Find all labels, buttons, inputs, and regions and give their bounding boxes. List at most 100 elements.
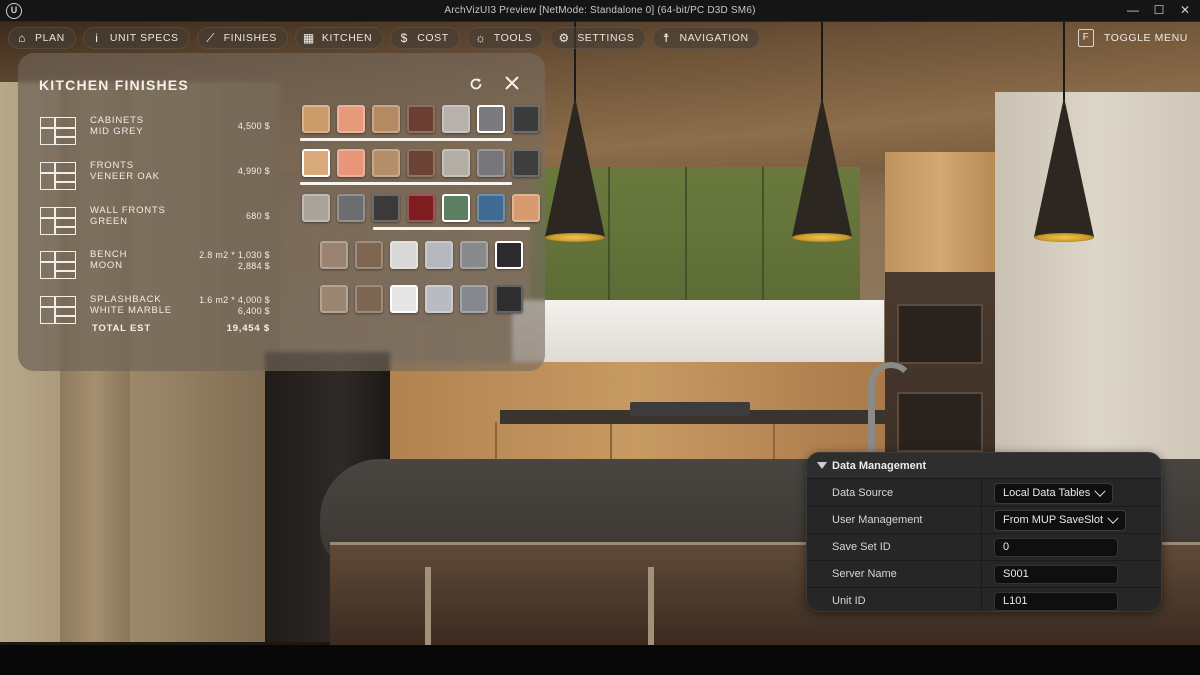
- cabinet-plan-icon: [40, 296, 76, 324]
- unit-id-input[interactable]: L101: [994, 592, 1118, 611]
- finish-material: MOON: [90, 260, 123, 271]
- dm-row-unit-id: Unit ID L101: [807, 588, 1161, 611]
- material-swatch[interactable]: [442, 194, 470, 222]
- finish-category: FRONTS: [90, 160, 134, 171]
- oak-tall-cabinet: [885, 152, 995, 272]
- material-swatch[interactable]: [477, 149, 505, 177]
- finish-row-bench[interactable]: BENCH MOON 2.8 m2 * 1,030 $2,884 $: [40, 247, 270, 285]
- data-management-panel: Data Management Data Source Local Data Ta…: [806, 452, 1162, 612]
- toolbar-plan-button[interactable]: ⌂ PLAN: [8, 27, 76, 49]
- toggle-menu-button[interactable]: F TOGGLE MENU: [1077, 27, 1188, 49]
- material-swatch[interactable]: [407, 194, 435, 222]
- toolbar-finishes-button[interactable]: ⟋ FINISHES: [196, 27, 288, 49]
- pendant-wire: [1063, 22, 1065, 102]
- server-name-input[interactable]: S001: [994, 565, 1118, 584]
- toolbar-button-label: UNIT SPECS: [109, 32, 179, 44]
- material-swatch[interactable]: [390, 241, 418, 269]
- material-swatch[interactable]: [337, 194, 365, 222]
- material-swatch[interactable]: [495, 285, 523, 313]
- data-source-dropdown[interactable]: Local Data Tables: [994, 483, 1114, 504]
- selection-underline: [300, 138, 512, 141]
- material-swatch[interactable]: [512, 149, 540, 177]
- toolbar-tools-button[interactable]: ☼ TOOLS: [466, 27, 544, 49]
- toolbar-cost-button[interactable]: $ COST: [390, 27, 460, 49]
- cabinet-plan-icon: [40, 207, 76, 235]
- material-swatch[interactable]: [425, 241, 453, 269]
- material-swatch[interactable]: [477, 194, 505, 222]
- finish-row-cabinets[interactable]: CABINETS MID GREY 4,500 $: [40, 113, 270, 151]
- material-swatch[interactable]: [442, 105, 470, 133]
- material-swatch[interactable]: [512, 194, 540, 222]
- finish-price: 680 $: [245, 211, 270, 221]
- toolbar-settings-button[interactable]: ⚙ SETTINGS: [550, 27, 646, 49]
- finish-price: 4,500 $: [237, 121, 270, 131]
- material-swatch[interactable]: [372, 105, 400, 133]
- data-management-header[interactable]: Data Management: [807, 453, 1161, 479]
- maximize-button[interactable]: ☐: [1148, 2, 1170, 20]
- island-leg: [648, 567, 654, 645]
- top-toolbar: ⌂ PLAN i UNIT SPECS ⟋ FINISHES ▦ KITCHEN $ COST ☼ T…: [8, 27, 760, 49]
- material-swatch[interactable]: [372, 194, 400, 222]
- bottom-letterbox: [0, 645, 1200, 675]
- finish-price: 4,990 $: [237, 166, 270, 176]
- material-swatch[interactable]: [425, 285, 453, 313]
- finish-row-fronts[interactable]: FRONTS VENEER OAK 4,990 $: [40, 158, 270, 196]
- material-swatch[interactable]: [320, 241, 348, 269]
- sun-tools-icon: ☼: [474, 31, 487, 45]
- material-swatch[interactable]: [442, 149, 470, 177]
- toolbar-unit-specs-button[interactable]: i UNIT SPECS: [82, 27, 190, 49]
- gear-icon: ⚙: [558, 31, 570, 45]
- chevron-down-icon: [1094, 485, 1106, 497]
- toolbar-kitchen-button[interactable]: ▦ KITCHEN: [294, 27, 384, 49]
- reset-icon[interactable]: [467, 75, 485, 93]
- material-swatch[interactable]: [320, 285, 348, 313]
- save-set-id-input[interactable]: 0: [994, 538, 1118, 557]
- material-swatch[interactable]: [355, 241, 383, 269]
- dm-row-label: Save Set ID: [832, 541, 891, 553]
- material-swatch[interactable]: [460, 285, 488, 313]
- swatch-row: [302, 194, 540, 222]
- material-swatch[interactable]: [407, 149, 435, 177]
- dropdown-value: Local Data Tables: [1003, 487, 1091, 499]
- dm-row-label: Data Source: [832, 487, 894, 499]
- finish-row-wall-fronts[interactable]: WALL FRONTS GREEN 680 $: [40, 203, 270, 241]
- pendant-lamp: [1034, 97, 1094, 242]
- kitchen-finishes-panel: KITCHEN FINISHES TOTAL EST 19,454 $ CABI…: [18, 53, 545, 371]
- cabinet-plan-icon: [40, 117, 76, 145]
- material-swatch[interactable]: [372, 149, 400, 177]
- dm-row-save-set-id: Save Set ID 0: [807, 534, 1161, 561]
- swatch-row: [302, 149, 540, 177]
- material-swatch[interactable]: [460, 241, 488, 269]
- finish-category: WALL FRONTS: [90, 205, 166, 216]
- swatch-row: [320, 241, 523, 269]
- material-swatch[interactable]: [337, 149, 365, 177]
- collapse-arrow-icon[interactable]: [817, 462, 827, 469]
- finish-row-splashback[interactable]: SPLASHBACK WHITE MARBLE 1.6 m2 * 4,000 $6,…: [40, 292, 270, 330]
- material-swatch[interactable]: [302, 194, 330, 222]
- close-icon[interactable]: [503, 74, 521, 92]
- toolbar-button-label: SETTINGS: [577, 32, 635, 44]
- material-swatch[interactable]: [355, 285, 383, 313]
- material-swatch[interactable]: [512, 105, 540, 133]
- finish-category: BENCH: [90, 249, 128, 260]
- pendant-lamp: [792, 97, 852, 242]
- home-icon: ⌂: [18, 31, 26, 45]
- key-hint: F: [1077, 29, 1094, 47]
- gas-hob: [630, 402, 750, 416]
- toolbar-navigation-button[interactable]: ☨ NAVIGATION: [652, 27, 760, 49]
- material-swatch[interactable]: [390, 285, 418, 313]
- toolbar-button-label: KITCHEN: [321, 32, 373, 44]
- material-swatch[interactable]: [477, 105, 505, 133]
- material-swatch[interactable]: [302, 105, 330, 133]
- material-swatch[interactable]: [495, 241, 523, 269]
- material-swatch[interactable]: [337, 105, 365, 133]
- material-swatch[interactable]: [407, 105, 435, 133]
- minimize-button[interactable]: —: [1122, 2, 1144, 20]
- material-swatch[interactable]: [302, 149, 330, 177]
- close-window-button[interactable]: ✕: [1174, 2, 1196, 20]
- data-management-title: Data Management: [832, 460, 927, 472]
- user-management-dropdown[interactable]: From MUP SaveSlot: [994, 510, 1127, 531]
- panel-title: KITCHEN FINISHES: [39, 77, 189, 93]
- selection-underline: [300, 182, 512, 185]
- finish-price: 2,884 $: [237, 261, 270, 271]
